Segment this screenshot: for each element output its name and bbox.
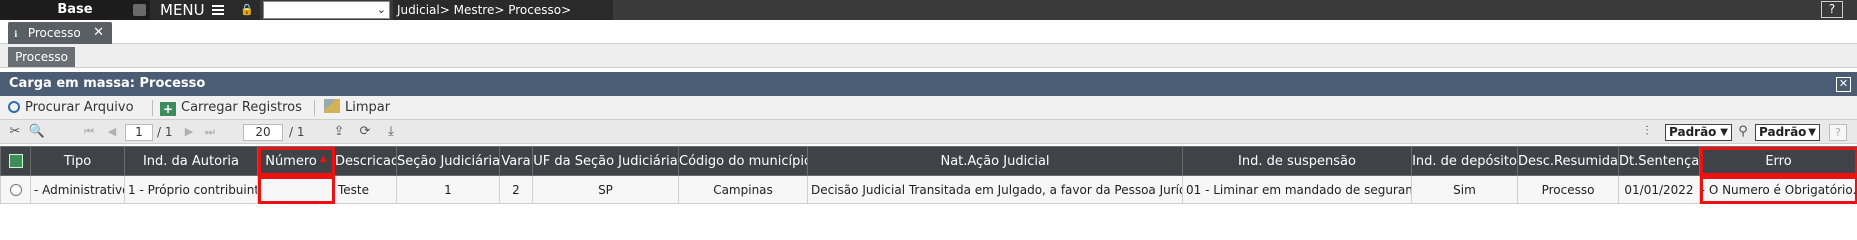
- column-header-codigo-municipio[interactable]: Código do município: [678, 146, 808, 176]
- broom-icon: [324, 99, 340, 113]
- close-panel-icon[interactable]: ✕: [1836, 77, 1851, 92]
- first-page-icon[interactable]: ⏮: [82, 124, 96, 140]
- tools-icon[interactable]: ✂: [6, 124, 24, 140]
- menu-label: MENU: [160, 1, 205, 19]
- view-select-left[interactable]: Padrão ▼: [1665, 124, 1732, 141]
- clear-label: Limpar: [345, 100, 391, 115]
- sort-icon[interactable]: ▲: [320, 154, 327, 164]
- lock-icon[interactable]: 🔒: [240, 0, 254, 20]
- table-row[interactable]: - Administrativo 1 - Próprio contribuint…: [0, 175, 1857, 204]
- main-menu-button[interactable]: MENU 🔒: [150, 0, 260, 20]
- chevron-down-icon: ▼: [1720, 127, 1728, 138]
- page-size-input[interactable]: 20: [243, 124, 283, 141]
- column-header-tipo[interactable]: Tipo: [30, 146, 125, 176]
- select-all-header[interactable]: [0, 146, 31, 176]
- data-grid: Tipo Ind. da Autoria Número ▲ Descricao S…: [0, 146, 1857, 204]
- column-header-secao-judiciaria[interactable]: Seção Judiciária: [396, 146, 500, 176]
- column-header-numero-label: Número: [265, 153, 317, 169]
- info-icon: ℹ: [14, 30, 18, 40]
- load-records-button[interactable]: + Carregar Registros: [160, 99, 302, 117]
- tab-label: Processo: [27, 26, 81, 40]
- page-total: / 1: [157, 125, 173, 139]
- row-select-radio[interactable]: [0, 175, 31, 204]
- next-page-icon[interactable]: ▶: [182, 124, 196, 140]
- toolbar-divider: [152, 100, 153, 116]
- action-toolbar: Procurar Arquivo + Carregar Registros Lim…: [0, 96, 1857, 120]
- close-tab-icon[interactable]: ✕: [93, 22, 104, 44]
- column-header-numero[interactable]: Número ▲: [257, 146, 335, 176]
- column-header-erro[interactable]: Erro: [1699, 146, 1857, 176]
- last-page-icon[interactable]: ⏭: [203, 124, 217, 140]
- subtab-processo[interactable]: Processo: [8, 47, 75, 67]
- column-settings-icon[interactable]: ⫶: [1638, 124, 1656, 140]
- cell-codigo-municipio: Campinas: [678, 175, 808, 204]
- column-header-nat-acao[interactable]: Nat.Ação Judicial: [807, 146, 1183, 176]
- breadcrumb[interactable]: Judicial> Mestre> Processo>: [393, 0, 613, 20]
- top-bar: Base MENU 🔒 ⌄ Judicial> Mestre> Processo…: [0, 0, 1857, 20]
- add-icon: +: [160, 102, 176, 116]
- help-button[interactable]: ?: [1821, 1, 1843, 18]
- subtab-strip: Processo: [0, 44, 1857, 68]
- column-header-uf-secao[interactable]: UF da Seção Judiciária: [532, 146, 679, 176]
- search-icon: [8, 101, 20, 113]
- view-select-left-value: Padrão: [1669, 125, 1717, 139]
- table-header-row: Tipo Ind. da Autoria Número ▲ Descricao S…: [0, 146, 1857, 176]
- column-header-desc-resumida[interactable]: Desc.Resumida: [1517, 146, 1619, 176]
- cell-secao-judiciaria: 1: [396, 175, 500, 204]
- column-header-ind-deposito[interactable]: Ind. de depósito: [1411, 146, 1518, 176]
- cell-numero[interactable]: [257, 175, 335, 204]
- hamburger-icon: [212, 5, 224, 15]
- key-icon[interactable]: ⚲: [1734, 124, 1752, 140]
- column-header-dt-sentenca[interactable]: Dt.Sentença: [1618, 146, 1700, 176]
- chevron-down-icon: ▼: [1808, 127, 1816, 138]
- cell-dt-sentenca: 01/01/2022: [1618, 175, 1700, 204]
- search-file-label: Procurar Arquivo: [25, 100, 134, 115]
- column-header-vara[interactable]: Vara: [499, 146, 533, 176]
- column-header-descricao[interactable]: Descricao: [334, 146, 397, 176]
- column-header-ind-suspensao[interactable]: Ind. de suspensão: [1182, 146, 1412, 176]
- records-table: Tipo Ind. da Autoria Número ▲ Descricao S…: [0, 146, 1857, 204]
- cell-erro: - O Numero é Obrigatório.: [1699, 175, 1857, 204]
- module-select[interactable]: ⌄: [263, 1, 390, 19]
- load-records-label: Carregar Registros: [181, 100, 302, 115]
- cell-descricao: Teste: [334, 175, 397, 204]
- paging-bar: ✂ 🔍 ⏮ ◀ 1 / 1 ▶ ⏭ 20 / 1 ⇪ ⟳ ⤓ ⫶ Padrão ▼…: [0, 120, 1857, 144]
- cell-ind-autoria: 1 - Próprio contribuinte: [124, 175, 258, 204]
- cell-vara: 2: [499, 175, 533, 204]
- view-select-right-value: Padrão: [1759, 125, 1807, 139]
- page-number-input[interactable]: 1: [125, 124, 153, 141]
- grid-menu-icon[interactable]: [8, 154, 23, 168]
- search-file-button[interactable]: Procurar Arquivo: [8, 99, 134, 117]
- export-icon[interactable]: ⇪: [330, 124, 348, 140]
- panel-header: Carga em massa: Processo ✕: [0, 72, 1857, 96]
- radio-button[interactable]: [9, 184, 22, 196]
- clear-button[interactable]: Limpar: [324, 99, 390, 117]
- column-header-ind-autoria[interactable]: Ind. da Autoria: [124, 146, 258, 176]
- brand-toggle-button[interactable]: [133, 4, 146, 16]
- cell-nat-acao: Decisão Judicial Transitada em Julgado, …: [807, 175, 1183, 204]
- cell-uf-secao: SP: [532, 175, 679, 204]
- grid-help-button[interactable]: ?: [1829, 124, 1847, 141]
- chevron-down-icon: ⌄: [376, 3, 386, 16]
- brand-label: Base: [0, 0, 150, 20]
- filter-search-icon[interactable]: 🔍: [28, 124, 46, 140]
- cell-ind-suspensao: 01 - Liminar em mandado de segurança: [1182, 175, 1412, 204]
- prev-page-icon[interactable]: ◀: [105, 124, 119, 140]
- toolbar-divider: [314, 100, 315, 116]
- panel-title: Carga em massa: Processo: [9, 76, 206, 91]
- tab-strip: ℹ Processo ✕: [0, 20, 1857, 44]
- refresh-icon[interactable]: ⟳: [356, 124, 374, 140]
- view-select-right[interactable]: Padrão ▼: [1755, 124, 1820, 141]
- cell-tipo: - Administrativo: [30, 175, 125, 204]
- cell-ind-deposito: Sim: [1411, 175, 1518, 204]
- cell-desc-resumida: Processo: [1517, 175, 1619, 204]
- download-icon[interactable]: ⤓: [382, 124, 400, 140]
- page-size-total: / 1: [289, 125, 305, 139]
- tab-processo[interactable]: ℹ Processo ✕: [8, 22, 112, 44]
